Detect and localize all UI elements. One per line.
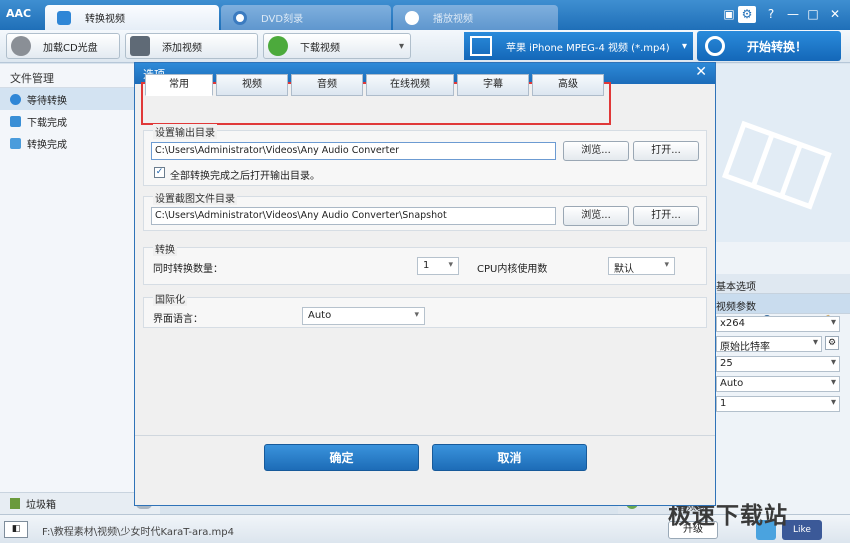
tab-online-video[interactable]: 在线视频: [366, 74, 454, 96]
film-strip-icon: [721, 120, 832, 210]
language-label: 界面语言：: [153, 314, 203, 325]
profile-label: 苹果 iPhone MPEG-4 视频 (*.mp4): [506, 42, 670, 54]
pass-select[interactable]: 1: [716, 396, 840, 412]
refresh-icon: [10, 93, 21, 105]
tab-label: 播放视频: [433, 14, 473, 25]
tab-subtitle[interactable]: 字幕: [457, 74, 529, 96]
video-codec-select[interactable]: x264: [716, 316, 840, 332]
i18n-label: 国际化: [153, 291, 187, 306]
facebook-like-button[interactable]: Like: [782, 520, 822, 540]
converted-icon: [10, 137, 21, 149]
convert-video-icon: [57, 10, 71, 25]
download-icon: [10, 115, 21, 127]
chevron-down-icon: ▾: [398, 40, 404, 52]
chevron-down-icon: ▾: [681, 40, 687, 52]
ok-button[interactable]: 确定: [264, 444, 419, 471]
options-dialog: 选项 ✕ 常用 视频 音频 在线视频 字幕 高级 设置输出目录 C:\Users…: [134, 62, 716, 506]
output-open-button[interactable]: 打开...: [633, 141, 699, 161]
snapshot-dir-label: 设置截图文件目录: [153, 190, 237, 205]
minimize-icon[interactable]: —: [784, 6, 802, 23]
trash-icon: [10, 498, 20, 509]
basic-options-header[interactable]: 基本选项: [714, 274, 850, 294]
tab-advanced[interactable]: 高级: [532, 74, 604, 96]
gear-icon[interactable]: ⚙: [738, 6, 756, 23]
gear-icon[interactable]: ⚙: [825, 336, 839, 350]
play-icon: [405, 10, 419, 25]
close-icon[interactable]: ✕: [695, 64, 707, 80]
app-logo: AAC: [6, 7, 32, 20]
output-profile-select[interactable]: 苹果 iPhone MPEG-4 视频 (*.mp4) ▾: [464, 32, 693, 60]
resolution-select[interactable]: Auto: [716, 376, 840, 392]
sidebar-item-label: 下载完成: [27, 117, 67, 129]
add-video-label: 添加视频: [162, 42, 202, 54]
output-browse-button[interactable]: 浏览...: [563, 141, 629, 161]
globe-icon: [268, 36, 288, 56]
tab-video[interactable]: 视频: [216, 74, 288, 96]
start-convert-button[interactable]: 开始转换！: [697, 31, 841, 61]
download-video-label: 下载视频: [300, 42, 340, 54]
tab-play-video[interactable]: 播放视频: [393, 5, 558, 30]
convert-label: 转换: [153, 241, 177, 256]
add-cd-button[interactable]: 加载CD光盘: [6, 33, 120, 59]
skin-icon[interactable]: ▣: [720, 6, 738, 23]
film-icon: [130, 36, 150, 56]
right-panel: ✂ ✎ 基本选项 视频参数 x264 原始比特率 ⚙ 25 Auto 1: [714, 64, 850, 514]
tab-dvd-burn[interactable]: DVD刻录: [221, 5, 391, 30]
disc-icon: [233, 10, 247, 25]
cancel-button[interactable]: 取消: [432, 444, 587, 471]
start-label: 开始转换！: [747, 39, 808, 54]
framerate-select[interactable]: 25: [716, 356, 840, 372]
tab-convert-video[interactable]: 转换视频: [45, 5, 219, 30]
snapshot-dir-input[interactable]: C:\Users\Administrator\Videos\Any Audio …: [151, 207, 556, 225]
add-video-button[interactable]: 添加视频: [125, 33, 258, 59]
title-bar: AAC 转换视频 DVD刻录 播放视频 ▣ ⚙ ? — □ ✕: [0, 0, 850, 30]
tab-label: 转换视频: [85, 14, 125, 25]
tab-general[interactable]: 常用: [145, 74, 213, 96]
concurrent-count-select[interactable]: 1: [417, 257, 459, 275]
open-output-checkbox-label: 全部转换完成之后打开输出目录。: [170, 171, 320, 182]
sidebar-item-label: 转换完成: [27, 139, 67, 151]
sidebar-item-label: 等待转换: [27, 95, 67, 107]
video-preview: [714, 64, 850, 242]
tab-label: DVD刻录: [261, 14, 304, 25]
concurrent-count-label: 同时转换数量：: [153, 264, 223, 275]
maximize-icon[interactable]: □: [804, 6, 822, 23]
phone-icon: [470, 36, 492, 56]
snapshot-open-button[interactable]: 打开...: [633, 206, 699, 226]
status-file-path: F:\教程素材\视频\少女时代KaraT-ara.mp4: [42, 527, 234, 538]
output-dir-input[interactable]: C:\Users\Administrator\Videos\Any Audio …: [151, 142, 556, 160]
cd-icon: [11, 36, 31, 56]
language-select[interactable]: Auto: [302, 307, 425, 325]
open-output-checkbox[interactable]: ✓: [154, 167, 165, 178]
add-cd-label: 加载CD光盘: [43, 42, 98, 54]
video-params-header[interactable]: 视频参数: [714, 294, 850, 314]
tab-audio[interactable]: 音频: [291, 74, 363, 96]
i18n-group: [143, 297, 707, 328]
close-icon[interactable]: ✕: [826, 6, 844, 23]
refresh-icon: [705, 36, 725, 56]
footer-divider: [135, 435, 715, 436]
bitrate-select[interactable]: 原始比特率: [716, 336, 822, 353]
snapshot-browse-button[interactable]: 浏览...: [563, 206, 629, 226]
output-dir-label: 设置输出目录: [153, 124, 217, 139]
trash-label: 垃圾箱: [26, 500, 56, 511]
download-video-button[interactable]: 下载视频 ▾: [263, 33, 411, 59]
cpu-cores-select[interactable]: 默认: [608, 257, 675, 275]
media-toggle-icon[interactable]: ◧: [4, 521, 28, 538]
cpu-cores-label: CPU内核使用数: [477, 264, 548, 275]
help-icon[interactable]: ?: [762, 6, 780, 23]
